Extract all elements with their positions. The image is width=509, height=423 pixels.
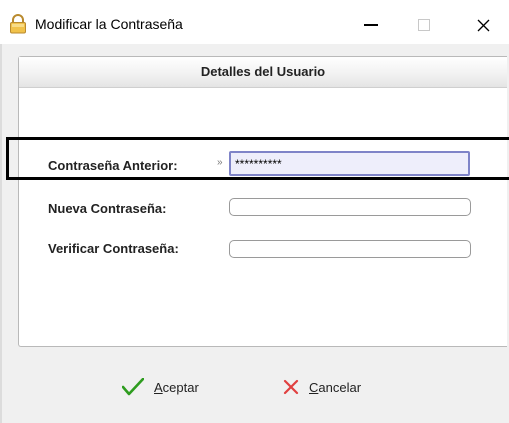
old-password-field[interactable] [229,151,470,176]
panel-header: Detalles del Usuario [19,57,507,88]
cancel-button-label: Cancelar [309,380,361,395]
accept-button[interactable]: Aceptar [122,372,199,402]
old-password-label: Contraseña Anterior: [48,158,178,173]
minimize-icon [364,24,378,26]
lock-icon [10,14,26,34]
verify-password-field[interactable] [229,240,471,258]
window-left-edge [0,44,2,423]
close-button[interactable] [460,0,506,44]
verify-password-label: Verificar Contraseña: [48,241,179,256]
maximize-icon [418,19,430,31]
checkmark-icon [122,378,144,396]
title-bar[interactable]: Modificar la Contraseña [0,0,509,44]
window-title: Modificar la Contraseña [35,16,183,32]
accept-mnemonic: A [154,379,163,395]
panel-header-title: Detalles del Usuario [200,64,326,79]
new-password-field[interactable] [229,198,471,216]
accept-button-label: Aceptar [154,380,199,395]
maximize-button[interactable] [401,0,447,44]
cancel-mnemonic: C [309,379,319,395]
cancel-label-rest: ancelar [318,379,362,395]
focus-marker: » [217,157,223,168]
close-icon [477,19,489,31]
minimize-button[interactable] [348,0,394,44]
accept-label-rest: ceptar [162,379,199,395]
x-icon [283,379,299,395]
cancel-button[interactable]: Cancelar [283,372,361,402]
new-password-label: Nueva Contraseña: [48,201,167,216]
password-dialog: Modificar la Contraseña Detalles del Usu… [0,0,509,423]
